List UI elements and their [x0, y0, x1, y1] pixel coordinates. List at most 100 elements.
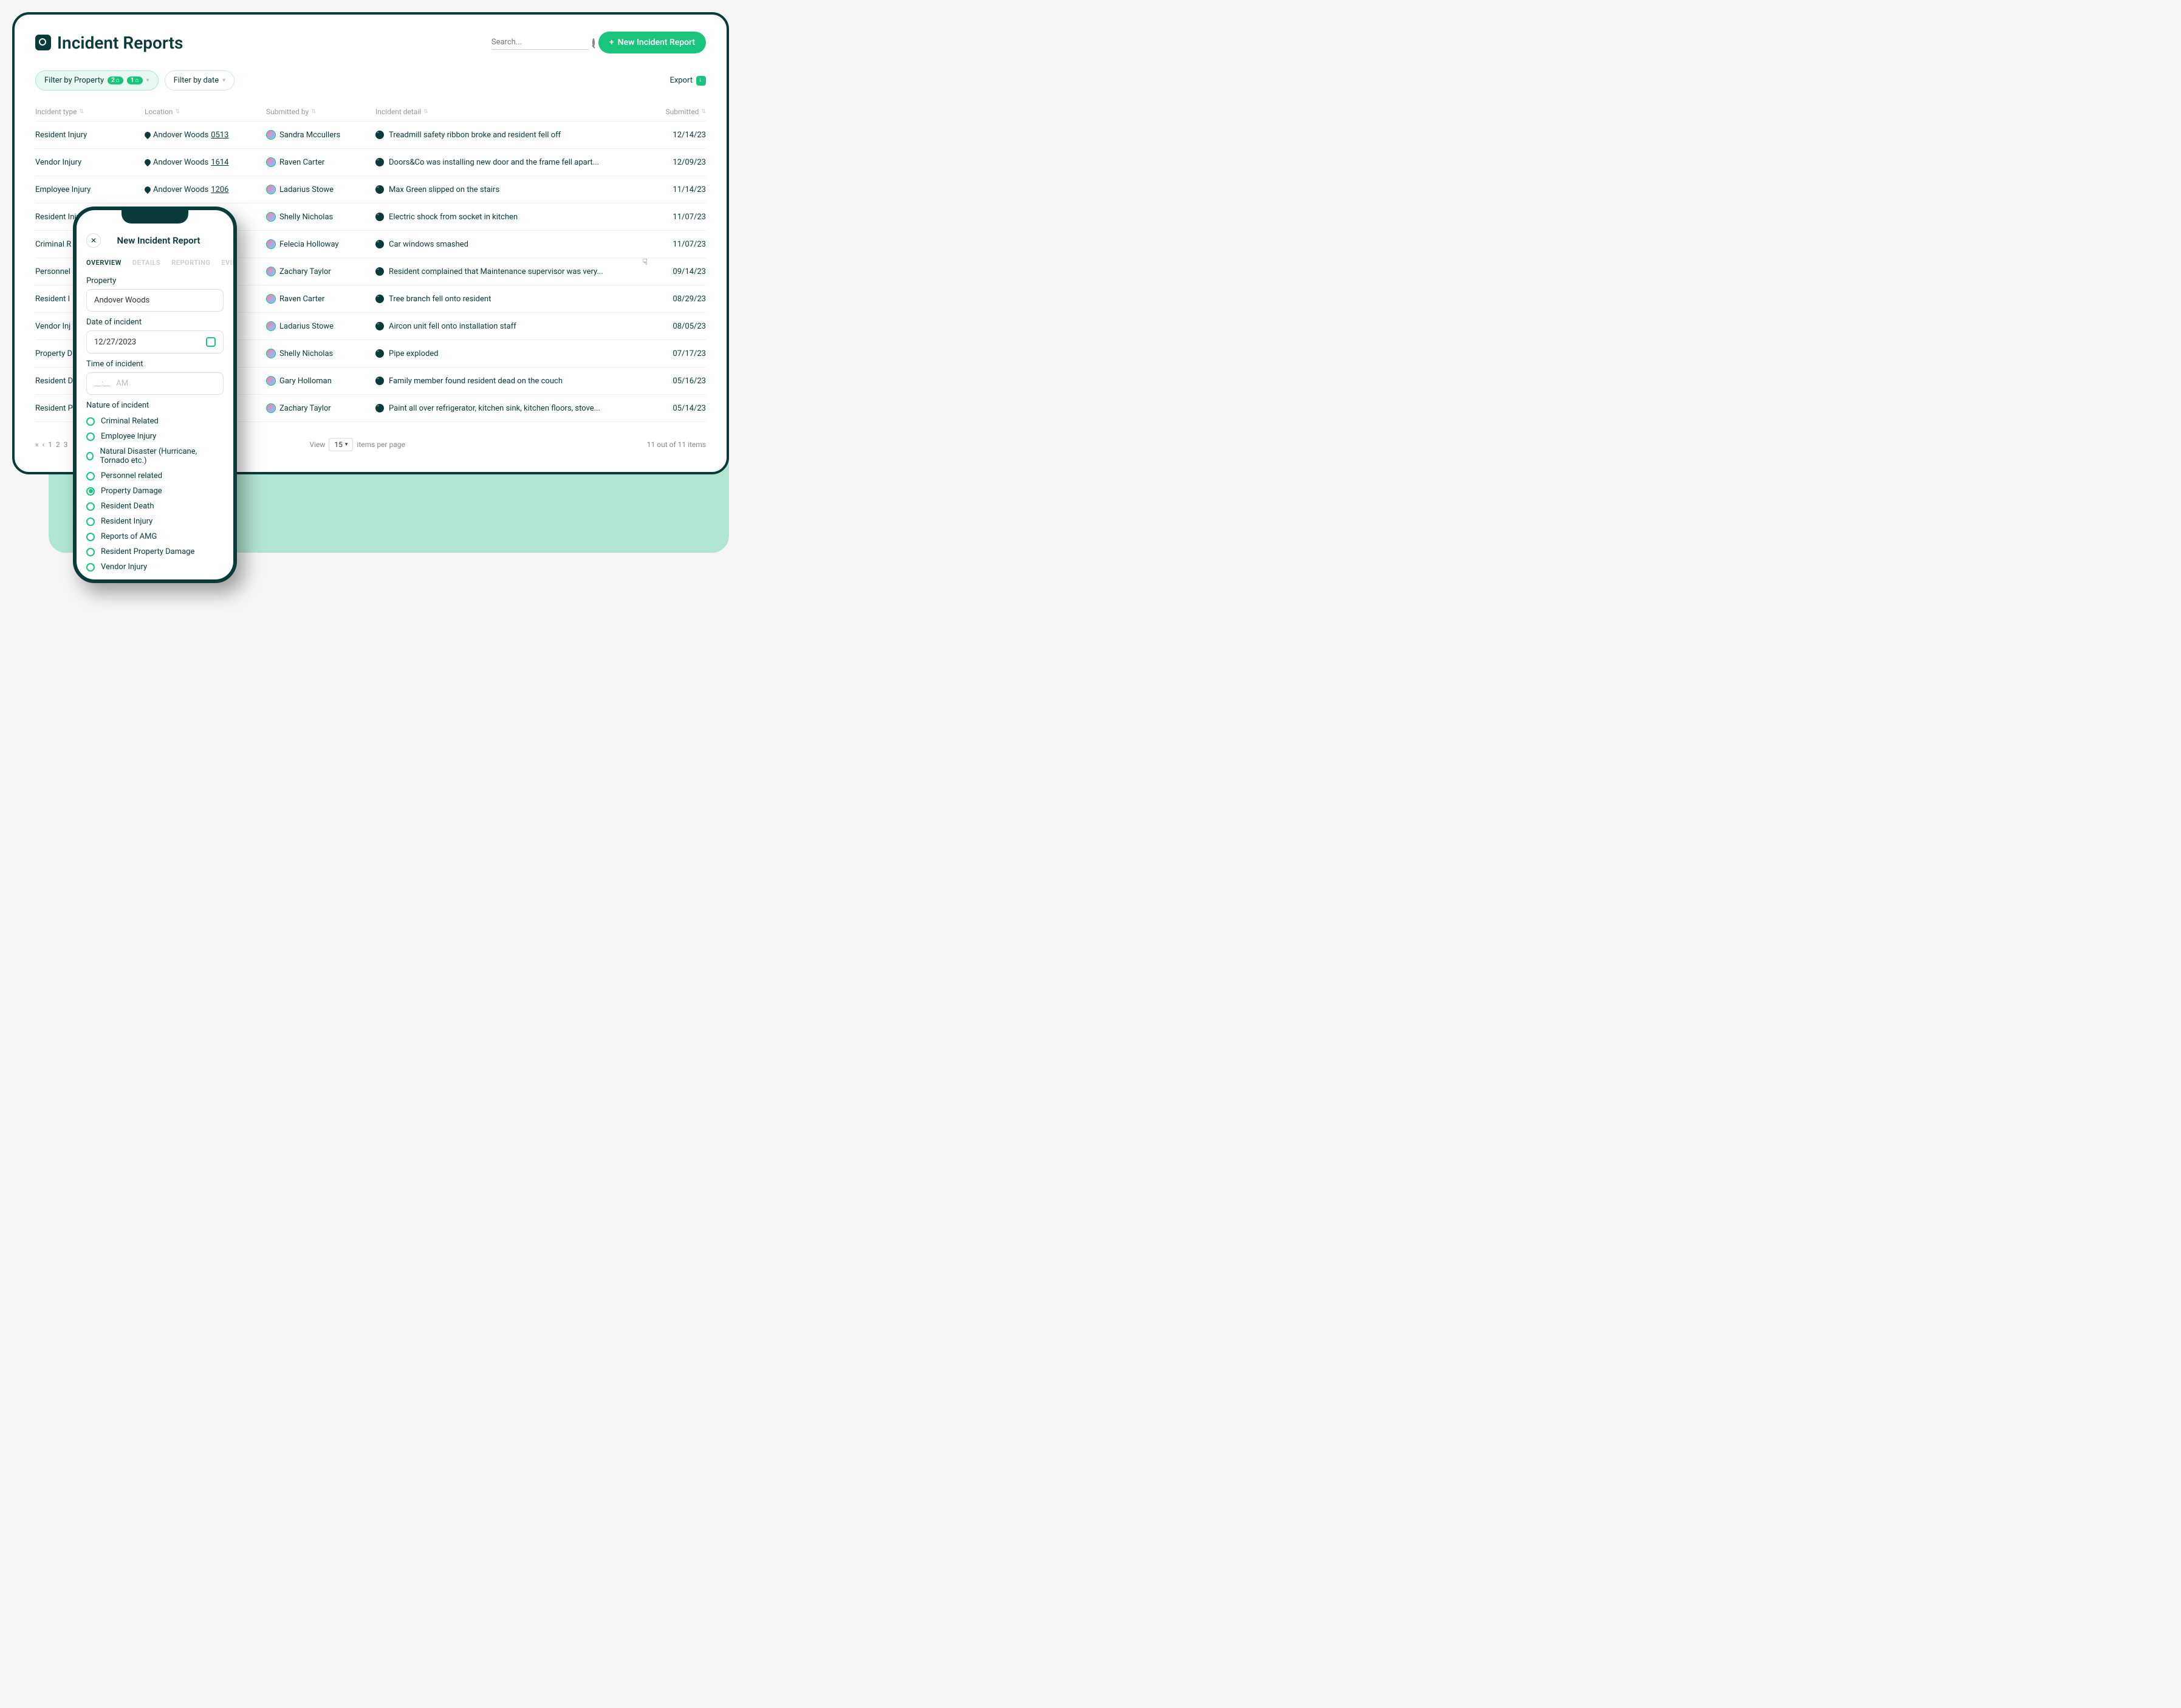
search-icon — [592, 38, 595, 47]
avatar — [266, 403, 276, 413]
cell-date: 08/05/23 — [651, 322, 706, 331]
search-input-wrap[interactable] — [491, 35, 589, 50]
cell-submitted-by: Gary Holloman — [266, 376, 375, 386]
radio-label: Resident Property Damage — [101, 547, 194, 556]
cell-detail: Resident complained that Maintenance sup… — [375, 267, 651, 276]
date-label: Date of incident — [86, 318, 224, 327]
radio-icon — [86, 452, 94, 460]
avatar — [266, 212, 276, 222]
time-input[interactable] — [86, 372, 224, 395]
col-location[interactable]: Location⇅ — [145, 108, 266, 116]
comment-icon — [375, 377, 384, 385]
cell-submitted-by: Ladarius Stowe — [266, 185, 375, 194]
comment-icon — [375, 131, 384, 139]
phone-notch — [122, 210, 188, 224]
search-input[interactable] — [491, 38, 592, 47]
reports-icon — [35, 35, 51, 50]
filter-badge-2: 1⌂ — [127, 77, 143, 84]
radio-label: Vendor Injury — [101, 562, 147, 572]
radio-option[interactable]: Property Damage — [86, 483, 224, 499]
filter-date[interactable]: Filter by date ▾ — [165, 70, 235, 91]
avatar — [266, 294, 276, 304]
table-row[interactable]: Employee Injury Andover Woods 1206 Ladar… — [35, 176, 706, 203]
cell-date: 12/14/23 — [651, 131, 706, 140]
avatar — [266, 376, 276, 386]
avatar — [266, 349, 276, 358]
cell-detail: Electric shock from socket in kitchen — [375, 213, 651, 222]
radio-option[interactable]: Resident Injury — [86, 514, 224, 529]
cell-submitted-by: Ladarius Stowe — [266, 321, 375, 331]
cell-type: Vendor Injury — [35, 158, 145, 167]
date-input[interactable]: 12/27/2023 — [86, 330, 224, 354]
tab-overview[interactable]: OVERVIEW — [86, 259, 122, 267]
cursor-icon: ☟ — [642, 258, 648, 267]
cell-submitted-by: Shelly Nicholas — [266, 349, 375, 358]
cell-submitted-by: Raven Carter — [266, 294, 375, 304]
page-link[interactable]: 3 — [64, 440, 68, 449]
property-input[interactable] — [86, 289, 224, 312]
radio-option[interactable]: Resident Death — [86, 499, 224, 514]
pin-icon — [143, 131, 152, 139]
cell-date: 05/16/23 — [651, 377, 706, 386]
comment-icon — [375, 240, 384, 248]
export-icon — [696, 76, 706, 86]
avatar — [266, 130, 276, 140]
export-label: Export — [669, 76, 693, 85]
cell-date: 11/07/23 — [651, 240, 706, 249]
col-type[interactable]: Incident type⇅ — [35, 108, 145, 116]
tab-details[interactable]: DETAILS — [132, 259, 160, 267]
col-submitted[interactable]: Submitted⇅ — [651, 108, 706, 116]
cell-date: 09/14/23 — [651, 267, 706, 276]
col-detail[interactable]: Incident detail⇅ — [375, 108, 651, 116]
radio-option[interactable]: Reports of AMG — [86, 529, 224, 544]
cell-detail: Treadmill safety ribbon broke and reside… — [375, 131, 651, 140]
items-per-page-label: items per page — [357, 440, 405, 449]
comment-icon — [375, 349, 384, 358]
page-link[interactable]: 1 — [48, 440, 52, 449]
page-link[interactable]: ‹ — [43, 440, 45, 449]
comment-icon — [375, 404, 384, 412]
radio-icon — [86, 518, 95, 526]
chevron-down-icon: ▾ — [146, 77, 149, 84]
radio-option[interactable]: Natural Disaster (Hurricane, Tornado etc… — [86, 444, 224, 468]
radio-option[interactable]: Employee Injury — [86, 429, 224, 444]
new-incident-button[interactable]: + New Incident Report — [598, 32, 706, 53]
cell-submitted-by: Raven Carter — [266, 157, 375, 167]
cell-date: 11/14/23 — [651, 185, 706, 194]
radio-option[interactable]: Personnel related — [86, 468, 224, 483]
filter-property[interactable]: Filter by Property 2⌂ 1⌂ ▾ — [35, 70, 159, 91]
col-submitted-by[interactable]: Submitted by⇅ — [266, 108, 375, 116]
plus-icon: + — [609, 38, 614, 47]
radio-icon — [86, 502, 95, 511]
table-row[interactable]: Vendor Injury Andover Woods 1614 Raven C… — [35, 149, 706, 176]
cell-submitted-by: Felecia Holloway — [266, 239, 375, 249]
radio-option[interactable]: Criminal Related — [86, 414, 224, 429]
page-link[interactable]: « — [35, 440, 39, 449]
table-row[interactable]: Resident Injury Andover Woods 0513 Sandr… — [35, 121, 706, 149]
comment-icon — [375, 158, 384, 166]
tab-reporting[interactable]: REPORTING — [171, 259, 210, 267]
radio-label: Resident Death — [101, 502, 154, 511]
radio-label: Natural Disaster (Hurricane, Tornado etc… — [100, 447, 224, 465]
comment-icon — [375, 295, 384, 303]
radio-option[interactable]: Resident Property Damage — [86, 544, 224, 559]
page-link[interactable]: 2 — [56, 440, 60, 449]
pagination[interactable]: « ‹123 — [35, 440, 68, 449]
avatar — [266, 267, 276, 276]
cell-detail: Doors&Co was installing new door and the… — [375, 158, 651, 167]
radio-icon — [86, 548, 95, 556]
export-button[interactable]: Export — [669, 76, 706, 86]
radio-icon — [86, 487, 95, 496]
cell-type: Resident Injury — [35, 131, 145, 140]
radio-option[interactable]: Vendor Injury — [86, 559, 224, 575]
radio-label: Property Damage — [101, 487, 162, 496]
time-label: Time of incident — [86, 360, 224, 369]
page-size-select[interactable]: 15 ▾ — [329, 438, 353, 451]
tab-evide[interactable]: EVIDE — [221, 259, 237, 267]
property-label: Property — [86, 276, 224, 285]
comment-icon — [375, 185, 384, 194]
close-button[interactable]: ✕ — [86, 233, 101, 248]
radio-label: Resident Injury — [101, 517, 152, 526]
chevron-down-icon: ▾ — [222, 77, 225, 84]
radio-icon — [86, 563, 95, 572]
